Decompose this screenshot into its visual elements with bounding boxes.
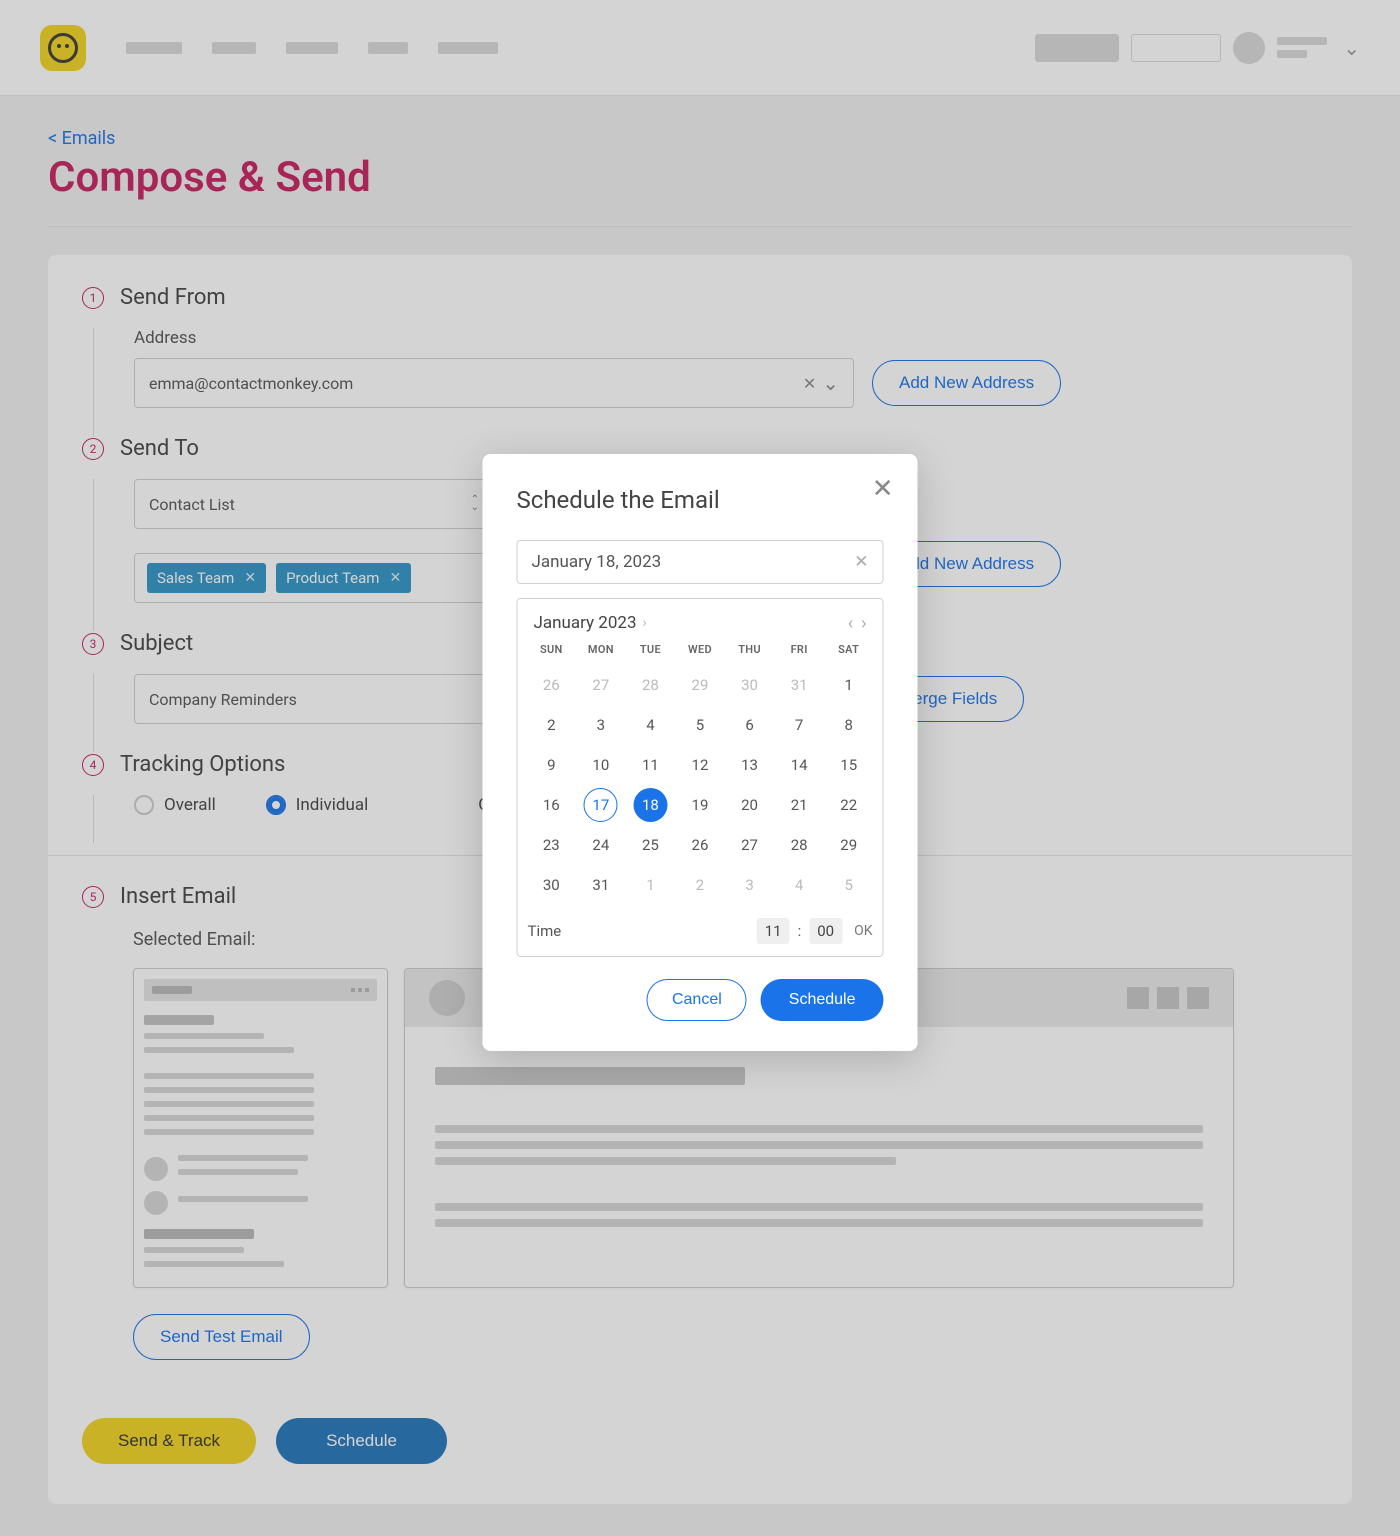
calendar-day[interactable]: 6 xyxy=(733,708,767,742)
calendar-day[interactable]: 7 xyxy=(782,708,816,742)
calendar-day[interactable]: 1 xyxy=(633,868,667,902)
calendar-day[interactable]: 11 xyxy=(633,748,667,782)
time-label: Time xyxy=(528,922,562,940)
month-label[interactable]: January 2023 xyxy=(534,613,637,633)
calendar-day[interactable]: 15 xyxy=(832,748,866,782)
calendar: January 2023 › ‹ › SUNMONTUEWEDTHUFRISAT… xyxy=(517,598,884,957)
calendar-dow: FRI xyxy=(775,643,823,662)
calendar-day[interactable]: 20 xyxy=(733,788,767,822)
calendar-day[interactable]: 10 xyxy=(584,748,618,782)
calendar-day[interactable]: 18 xyxy=(633,788,667,822)
calendar-day[interactable]: 3 xyxy=(733,868,767,902)
calendar-day[interactable]: 4 xyxy=(782,868,816,902)
calendar-day[interactable]: 5 xyxy=(832,868,866,902)
calendar-day[interactable]: 26 xyxy=(534,668,568,702)
calendar-dow: MON xyxy=(577,643,625,662)
calendar-day[interactable]: 9 xyxy=(534,748,568,782)
modal-schedule-button[interactable]: Schedule xyxy=(761,979,884,1021)
time-ok-button[interactable]: OK xyxy=(854,923,872,939)
calendar-dow: THU xyxy=(726,643,774,662)
calendar-day[interactable]: 21 xyxy=(782,788,816,822)
close-icon[interactable]: ✕ xyxy=(872,474,894,504)
calendar-day[interactable]: 28 xyxy=(782,828,816,862)
time-minute-input[interactable]: 00 xyxy=(809,918,842,944)
calendar-dow: SAT xyxy=(825,643,873,662)
calendar-day[interactable]: 13 xyxy=(733,748,767,782)
calendar-day[interactable]: 23 xyxy=(534,828,568,862)
calendar-day[interactable]: 2 xyxy=(534,708,568,742)
calendar-day[interactable]: 29 xyxy=(832,828,866,862)
time-hour-input[interactable]: 11 xyxy=(757,918,790,944)
calendar-day[interactable]: 24 xyxy=(584,828,618,862)
modal-title: Schedule the Email xyxy=(517,486,884,514)
calendar-day[interactable]: 29 xyxy=(683,668,717,702)
calendar-day[interactable]: 26 xyxy=(683,828,717,862)
calendar-day[interactable]: 12 xyxy=(683,748,717,782)
calendar-day[interactable]: 2 xyxy=(683,868,717,902)
calendar-day[interactable]: 28 xyxy=(633,668,667,702)
calendar-day[interactable]: 30 xyxy=(733,668,767,702)
calendar-day[interactable]: 27 xyxy=(733,828,767,862)
calendar-dow: WED xyxy=(676,643,724,662)
calendar-day[interactable]: 4 xyxy=(633,708,667,742)
calendar-day[interactable]: 31 xyxy=(782,668,816,702)
schedule-modal: ✕ Schedule the Email January 18, 2023 ✕ … xyxy=(483,454,918,1051)
calendar-day[interactable]: 25 xyxy=(633,828,667,862)
calendar-day[interactable]: 27 xyxy=(584,668,618,702)
calendar-day[interactable]: 3 xyxy=(584,708,618,742)
calendar-day[interactable]: 1 xyxy=(832,668,866,702)
calendar-day[interactable]: 31 xyxy=(584,868,618,902)
calendar-dow: TUE xyxy=(627,643,675,662)
clear-date-icon[interactable]: ✕ xyxy=(854,552,868,572)
colon: : xyxy=(798,922,802,940)
chevron-right-icon: › xyxy=(643,615,647,631)
calendar-day[interactable]: 5 xyxy=(683,708,717,742)
calendar-dow: SUN xyxy=(528,643,576,662)
date-value: January 18, 2023 xyxy=(532,552,662,572)
calendar-day[interactable]: 22 xyxy=(832,788,866,822)
calendar-day[interactable]: 16 xyxy=(534,788,568,822)
next-month-button[interactable]: › xyxy=(861,613,866,634)
cancel-button[interactable]: Cancel xyxy=(647,979,747,1021)
calendar-day[interactable]: 19 xyxy=(683,788,717,822)
prev-month-button[interactable]: ‹ xyxy=(848,613,853,634)
calendar-day[interactable]: 17 xyxy=(584,788,618,822)
date-input[interactable]: January 18, 2023 ✕ xyxy=(517,540,884,584)
calendar-grid: SUNMONTUEWEDTHUFRISAT2627282930311234567… xyxy=(528,643,873,902)
calendar-day[interactable]: 8 xyxy=(832,708,866,742)
calendar-day[interactable]: 14 xyxy=(782,748,816,782)
calendar-day[interactable]: 30 xyxy=(534,868,568,902)
